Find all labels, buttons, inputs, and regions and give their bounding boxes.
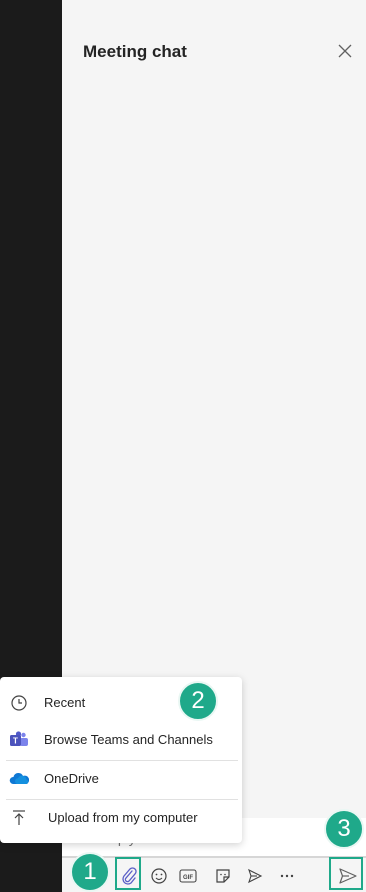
menu-item-upload[interactable]: Upload from my computer [0,800,242,836]
close-icon [338,44,352,58]
attach-highlight [115,857,141,890]
svg-text:GIF: GIF [183,875,193,881]
emoji-icon [151,868,167,884]
sticker-button[interactable] [211,864,235,888]
menu-item-label: Upload from my computer [48,810,198,825]
svg-text:T: T [13,737,18,746]
gif-button[interactable]: GIF [176,864,200,888]
callout-3: 3 [324,809,364,849]
gif-icon: GIF [179,869,197,883]
more-options-button[interactable] [275,864,299,888]
more-icon [280,874,294,878]
onedrive-icon [9,772,29,784]
menu-item-onedrive[interactable]: OneDrive [0,761,242,797]
panel-title: Meeting chat [83,42,187,61]
emoji-button[interactable] [147,864,171,888]
upload-icon [13,810,25,825]
close-button[interactable] [334,40,356,62]
callout-2: 2 [178,681,218,721]
sticker-icon [216,869,230,883]
menu-item-browse-teams[interactable]: T Browse Teams and Channels [0,722,242,758]
teams-icon: T [10,731,28,746]
menu-item-label: Recent [44,695,86,710]
menu-item-label: Browse Teams and Channels [44,732,213,747]
send-highlight [329,857,363,890]
loop-icon [248,868,263,884]
menu-item-label: OneDrive [44,771,99,786]
clock-icon [11,695,27,711]
loop-button[interactable] [243,864,267,888]
callout-1: 1 [70,852,110,892]
